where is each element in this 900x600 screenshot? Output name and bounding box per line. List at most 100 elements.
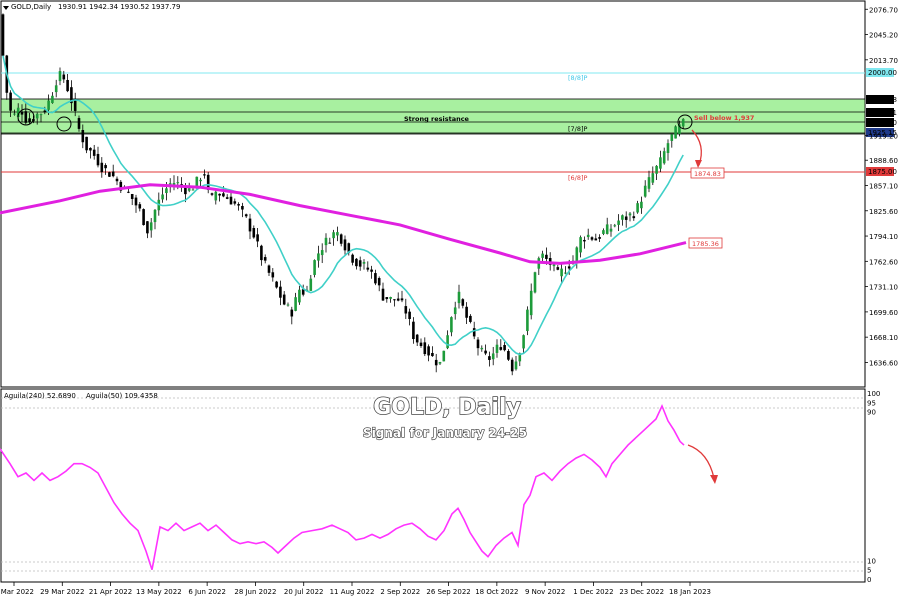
candle-body [659, 157, 662, 169]
time-tick-label: 20 Jul 2022 [284, 588, 324, 596]
candle-body [286, 304, 290, 306]
label-7-8: [7/8]P [568, 125, 588, 133]
tag-1965: 1965.98 [868, 96, 897, 104]
label-6-8: [6/8]P [568, 174, 588, 182]
candle-body [195, 176, 199, 187]
candle-body [115, 178, 119, 182]
candle-body [522, 335, 525, 349]
candle-body [351, 254, 354, 263]
candle-body [28, 118, 31, 123]
time-tick-label: 28 Jun 2022 [234, 588, 276, 596]
candle-body [457, 291, 461, 304]
candle-body [431, 352, 434, 357]
candle-body [655, 165, 658, 174]
candle-body [317, 253, 320, 261]
candle-body [85, 136, 88, 151]
candle-body [446, 335, 449, 349]
chart-ohlc: 1930.91 1942.34 1930.52 1937.79 [58, 3, 180, 11]
candle-body [393, 299, 396, 301]
candle-body [142, 209, 145, 226]
candle-body [252, 228, 256, 238]
candle-body [586, 234, 590, 238]
candle-body [408, 311, 411, 319]
candle-body [358, 260, 362, 267]
candle-body [89, 147, 92, 151]
time-tick-label: 9 Nov 2022 [525, 588, 565, 596]
candle-body [336, 232, 339, 236]
time-axis: 7 Mar 2022 29 Mar 2022 21 Apr 2022 13 May 2… [0, 582, 711, 596]
price-tick-label: 1668.10 [869, 334, 898, 342]
chart-canvas: GOLD,Daily 1930.91 1942.34 1930.52 1937.… [0, 0, 898, 596]
overlay-subtitle: Signal for January 24-25 [363, 426, 527, 440]
candle-body [290, 309, 294, 317]
time-tick-label: 23 Dec 2022 [619, 588, 664, 596]
candle-body [583, 239, 586, 242]
candle-body [560, 268, 563, 277]
candle-body [370, 269, 373, 272]
candle-body [594, 238, 598, 241]
candle-body [203, 174, 206, 176]
time-tick-label: 13 May 2022 [136, 588, 182, 596]
candle-body [320, 250, 324, 256]
candle-body [24, 111, 28, 123]
candle-body [248, 218, 252, 232]
candle-body [472, 328, 476, 337]
ma-slow-value: 1785.36 [692, 240, 719, 248]
tag-1949: 1949.51 [868, 109, 897, 117]
candle-body [214, 191, 218, 201]
price-tick-label: 1636.60 [869, 359, 898, 367]
candle-body [579, 237, 582, 253]
candle-body [507, 351, 510, 360]
candle-body [218, 193, 221, 196]
candle-body [488, 356, 491, 360]
candle-body [643, 185, 647, 197]
candle-body [149, 222, 153, 231]
candle-body [108, 172, 111, 177]
time-tick-label: 18 Jan 2023 [669, 588, 711, 596]
candle-body [404, 306, 408, 314]
candle-body [111, 171, 115, 177]
candle-body [609, 228, 613, 232]
candle-body [267, 265, 271, 273]
time-tick-label: 26 Sep 2022 [426, 588, 470, 596]
chart-symbol: GOLD,Daily [11, 3, 51, 11]
candle-body [628, 213, 632, 216]
candle-body [533, 272, 537, 293]
tag-1875: 1875.00 [868, 168, 897, 176]
candle-body [670, 134, 674, 141]
candle-body [438, 361, 442, 364]
candle-body [461, 299, 465, 306]
candle-body [96, 153, 100, 166]
candle-body [62, 74, 66, 80]
candle-body [385, 297, 389, 300]
candle-body [442, 350, 446, 362]
price-tick-label: 1762.60 [869, 258, 898, 266]
candle-body [636, 203, 639, 213]
candle-body [35, 113, 39, 119]
candle-body [412, 321, 415, 340]
candle-body [309, 278, 313, 291]
candle-body [510, 359, 514, 372]
candle-body [476, 339, 480, 349]
price-tick-label: 1794.10 [869, 233, 898, 241]
candle-body [191, 189, 195, 191]
candle-body [294, 297, 297, 311]
time-tick-label: 7 Mar 2022 [0, 588, 34, 596]
candle-body [92, 149, 96, 156]
candle-body [450, 317, 453, 333]
candle-body [598, 237, 601, 239]
candle-body [256, 234, 259, 242]
candle-body [465, 306, 468, 318]
candle-body [662, 151, 666, 164]
osc-tick-label: 95 [867, 399, 876, 407]
oscillator-axis: 10095 90 10 50 [867, 390, 880, 584]
candle-body [187, 188, 191, 191]
candle-body [556, 267, 560, 270]
candle-body [423, 342, 427, 355]
price-tick-label: 1888.60 [869, 157, 898, 165]
candle-body [210, 193, 214, 195]
candle-body [564, 272, 567, 274]
ma-fast-value: 1874.83 [694, 170, 721, 178]
price-tick-label: 1857.10 [869, 182, 898, 190]
candle-body [427, 346, 430, 356]
